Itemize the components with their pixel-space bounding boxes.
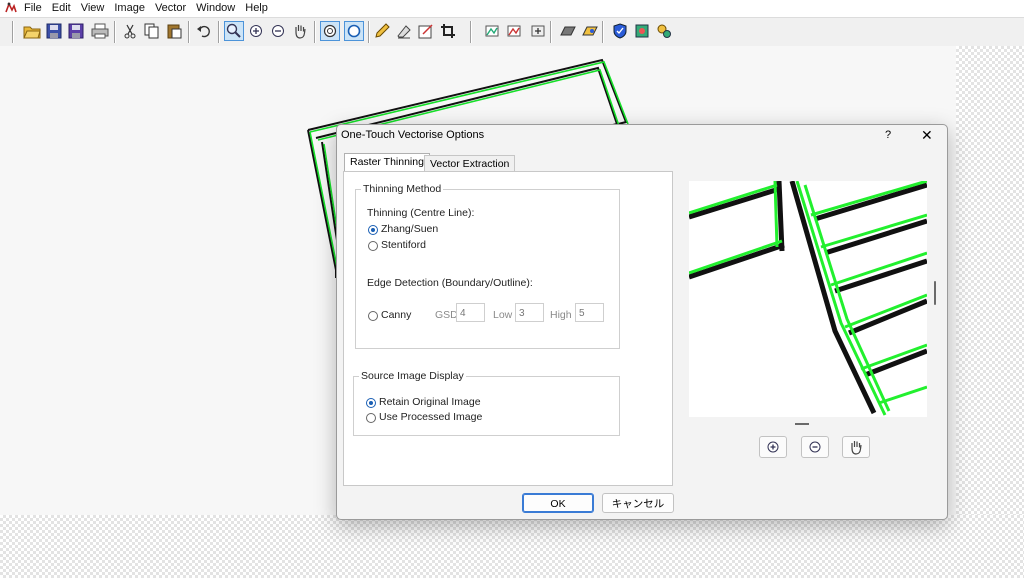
toolbar-separator [314, 21, 316, 43]
cut-icon[interactable] [120, 21, 140, 41]
tool-1-icon[interactable] [482, 21, 502, 41]
close-button[interactable]: ✕ [921, 127, 933, 144]
crop-icon[interactable] [438, 21, 458, 41]
zoom-icon[interactable] [224, 21, 244, 41]
menu-bar: File Edit View Image Vector Window Help [0, 0, 1024, 16]
tab-vector-extraction[interactable]: Vector Extraction [424, 155, 516, 172]
menu-image[interactable]: Image [111, 0, 152, 16]
preview-image[interactable] [688, 179, 928, 417]
toolbar-separator [114, 21, 116, 43]
zoom-out-icon[interactable] [268, 21, 288, 41]
pan-icon[interactable] [290, 21, 310, 41]
zhang-suen-label[interactable]: Zhang/Suen [381, 223, 438, 235]
preview-zoom-out-button[interactable] [801, 436, 829, 458]
help-button[interactable]: ? [885, 129, 891, 141]
undo-icon[interactable] [194, 21, 214, 41]
use-processed-radio[interactable] [366, 413, 376, 423]
low-label: Low [493, 309, 513, 321]
save-all-icon[interactable] [66, 21, 86, 41]
toolbar-separator [218, 21, 220, 43]
gsd-field[interactable]: 4 [456, 303, 485, 322]
high-label: High [550, 309, 572, 321]
tab-raster-thinning[interactable]: Raster Thinning [344, 153, 430, 173]
canny-label[interactable]: Canny [381, 309, 411, 321]
tab-panel: Thinning Method Thinning (Centre Line): … [343, 171, 673, 486]
zoom-out-icon [809, 441, 821, 453]
zhang-suen-radio[interactable] [368, 225, 378, 235]
source-image-display-legend: Source Image Display [361, 370, 464, 382]
preview-scrollbar[interactable] [934, 281, 936, 305]
stentiford-label[interactable]: Stentiford [381, 239, 426, 251]
select-2-icon[interactable] [344, 21, 364, 41]
magic-icon[interactable] [654, 21, 674, 41]
retain-original-radio[interactable] [366, 398, 376, 408]
centre-line-label: Thinning (Centre Line): [367, 207, 475, 219]
paste-icon[interactable] [164, 21, 184, 41]
toolbar-separator [12, 21, 14, 43]
dialog-title: One-Touch Vectorise Options [341, 129, 485, 141]
toolbar [0, 17, 1024, 47]
app-icon[interactable] [4, 1, 18, 15]
toolbar-separator [368, 21, 370, 43]
canny-radio[interactable] [368, 311, 378, 321]
save-icon[interactable] [44, 21, 64, 41]
layers-icon[interactable] [558, 21, 578, 41]
select-1-icon[interactable] [320, 21, 340, 41]
ok-button[interactable]: OK [522, 493, 594, 513]
cancel-button[interactable]: キャンセル [602, 493, 674, 513]
vectorise-options-dialog: One-Touch Vectorise Options ? ✕ Raster T… [336, 124, 948, 520]
pencil-icon[interactable] [372, 21, 392, 41]
toolbar-separator [188, 21, 190, 43]
open-icon[interactable] [22, 21, 42, 41]
menu-window[interactable]: Window [193, 0, 242, 16]
menu-view[interactable]: View [78, 0, 112, 16]
settings-icon[interactable] [632, 21, 652, 41]
copy-icon[interactable] [142, 21, 162, 41]
preview-zoom-in-button[interactable] [759, 436, 787, 458]
zoom-in-icon[interactable] [246, 21, 266, 41]
high-field[interactable]: 5 [575, 303, 604, 322]
toolbar-separator [470, 21, 472, 43]
print-icon[interactable] [90, 21, 110, 41]
edge-detection-label: Edge Detection (Boundary/Outline): [367, 277, 533, 289]
preview-horizontal-scrollbar[interactable] [795, 423, 809, 425]
toolbar-separator [602, 21, 604, 43]
retain-original-label[interactable]: Retain Original Image [379, 396, 481, 408]
fill-icon[interactable] [580, 21, 600, 41]
menu-vector[interactable]: Vector [152, 0, 193, 16]
shield-icon[interactable] [610, 21, 630, 41]
use-processed-label[interactable]: Use Processed Image [379, 411, 482, 423]
preview-pan-button[interactable] [842, 436, 870, 458]
zoom-in-icon [767, 441, 779, 453]
tool-3-icon[interactable] [528, 21, 548, 41]
stentiford-radio[interactable] [368, 241, 378, 251]
tool-2-icon[interactable] [504, 21, 524, 41]
toolbar-separator [550, 21, 552, 43]
eraser-icon[interactable] [394, 21, 414, 41]
thinning-method-legend: Thinning Method [363, 183, 442, 195]
edit-icon[interactable] [416, 21, 436, 41]
menu-help[interactable]: Help [242, 0, 275, 16]
preview-drawing [688, 179, 928, 416]
hand-pan-icon [851, 441, 862, 455]
gsd-label: GSD [435, 309, 458, 321]
low-field[interactable]: 3 [515, 303, 544, 322]
menu-edit[interactable]: Edit [49, 0, 78, 16]
menu-file[interactable]: File [21, 0, 49, 16]
